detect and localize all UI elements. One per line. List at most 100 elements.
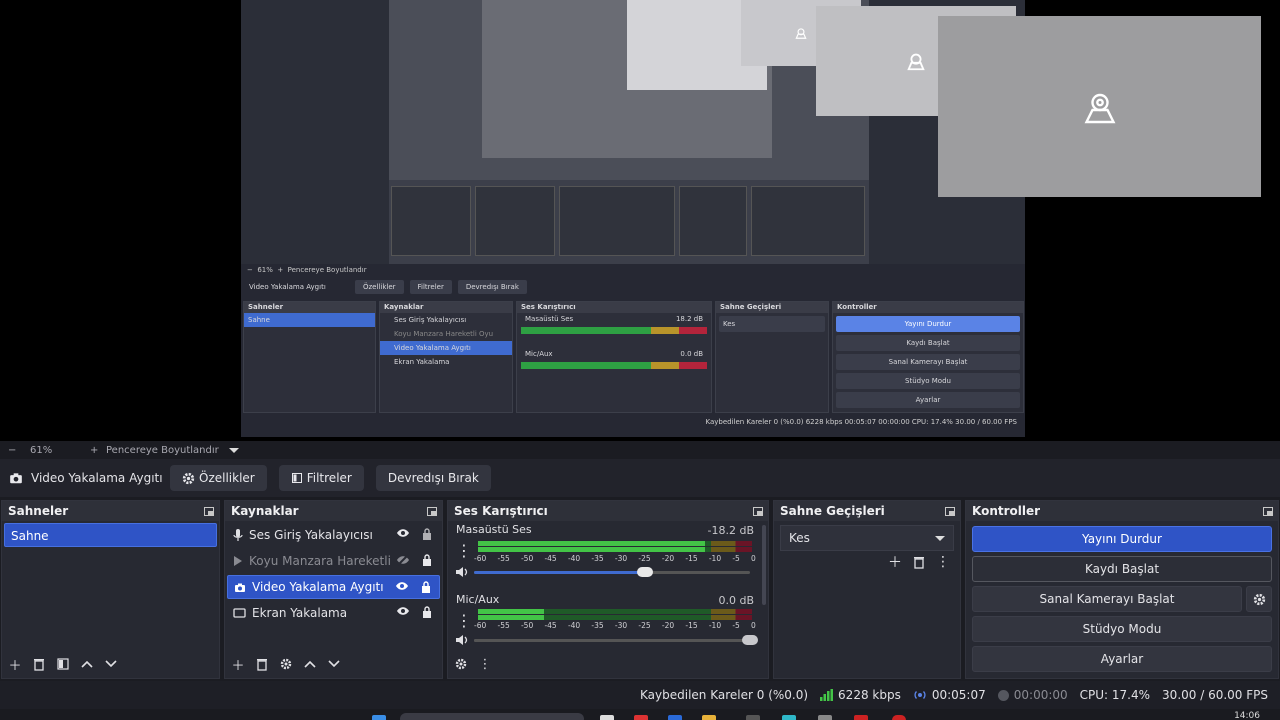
meter-scale-label: -55 xyxy=(497,554,510,563)
deactivate-button[interactable]: Devredışı Bırak xyxy=(375,465,491,491)
mixer-settings-button[interactable] xyxy=(454,657,468,671)
taskbar-search[interactable] xyxy=(400,713,584,720)
meter-scale-label: -15 xyxy=(685,621,698,630)
eye-icon[interactable] xyxy=(395,581,409,591)
chevron-up-icon xyxy=(304,660,316,668)
scene-filters-button[interactable] xyxy=(56,657,70,671)
transition-select[interactable]: Kes xyxy=(780,525,954,551)
bitrate-status: 6228 kbps xyxy=(820,688,901,702)
undock-icon[interactable] xyxy=(204,506,214,516)
mixer-menu-button[interactable]: ⋮ xyxy=(478,657,492,672)
zoom-out-button[interactable]: − xyxy=(8,445,28,456)
zoom-in-button[interactable]: + xyxy=(90,445,106,456)
studio-mode-button[interactable]: Stüdyo Modu xyxy=(972,616,1272,642)
obs-app-icon[interactable] xyxy=(892,715,906,720)
sources-dock: Kaynaklar Ses Giriş Yakalayıcısı Koyu Ma… xyxy=(224,500,443,679)
virtual-camera-settings-button[interactable] xyxy=(1246,586,1272,612)
volume-slider[interactable] xyxy=(474,635,758,645)
signal-bars-icon xyxy=(820,689,834,701)
context-source-name: Video Yakalama Aygıtı xyxy=(31,471,163,485)
zoom-dropdown-icon[interactable] xyxy=(228,445,239,456)
source-item[interactable]: Ses Giriş Yakalayıcısı xyxy=(227,523,440,547)
meter-scale-label: -50 xyxy=(520,621,534,630)
gear-icon xyxy=(182,472,195,484)
source-item[interactable]: Koyu Manzara Hareketli Oyun xyxy=(227,549,440,573)
add-scene-button[interactable]: ＋ xyxy=(8,657,22,674)
undock-icon[interactable] xyxy=(753,506,763,516)
scene-item[interactable]: Sahne xyxy=(4,523,217,547)
add-transition-button[interactable]: ＋ xyxy=(888,555,902,571)
trash-icon xyxy=(34,658,44,671)
start-virtual-camera-button[interactable]: Sanal Kamerayı Başlat xyxy=(972,586,1242,612)
meter-scale-label: -25 xyxy=(638,554,651,563)
app-icon[interactable] xyxy=(634,715,648,720)
camera-capture-large xyxy=(938,16,1261,197)
meter-scale-label: -45 xyxy=(544,621,557,630)
source-item[interactable]: Ekran Yakalama xyxy=(227,601,440,625)
undock-icon[interactable] xyxy=(427,506,437,516)
app-icon[interactable] xyxy=(782,715,796,720)
transition-menu-button[interactable]: ⋮ xyxy=(936,554,950,570)
nested-preview xyxy=(482,0,772,158)
app-icon[interactable] xyxy=(854,715,868,720)
undock-icon[interactable] xyxy=(1263,506,1273,516)
track-db: 0.0 dB xyxy=(718,594,754,607)
scene-transitions-dock: Sahne Geçişleri Kes ＋ ⋮ xyxy=(773,500,961,679)
lock-icon[interactable] xyxy=(422,528,432,540)
move-source-up-button[interactable] xyxy=(303,657,317,671)
move-scene-up-button[interactable] xyxy=(80,657,94,671)
app-icon[interactable] xyxy=(600,715,614,720)
remove-transition-button[interactable] xyxy=(912,555,926,569)
source-label: Video Yakalama Aygıtı xyxy=(252,580,384,594)
eye-icon[interactable] xyxy=(396,606,410,616)
fit-to-window-label[interactable]: Pencereye Boyutlandır xyxy=(106,445,219,456)
zoom-level: 61% xyxy=(30,444,53,456)
speaker-icon[interactable] xyxy=(455,634,469,646)
stop-streaming-button[interactable]: Yayını Durdur xyxy=(972,526,1272,552)
track-menu-icon[interactable]: ⋮ xyxy=(456,611,472,630)
volume-slider-handle[interactable] xyxy=(742,635,758,645)
properties-button[interactable]: Özellikler xyxy=(170,465,267,491)
app-icon[interactable] xyxy=(746,715,760,720)
filters-button[interactable]: Filtreler xyxy=(278,465,364,491)
meter-scale-label: -20 xyxy=(661,621,675,630)
add-source-button[interactable]: ＋ xyxy=(231,657,245,674)
meter-scale-label: -5 xyxy=(732,554,740,563)
volume-slider-handle[interactable] xyxy=(637,567,654,577)
speaker-icon[interactable] xyxy=(455,566,469,578)
lock-icon[interactable] xyxy=(421,581,431,593)
cpu-usage: CPU: 17.4% xyxy=(1079,688,1151,702)
meter-scale-label: -5 xyxy=(732,621,740,630)
meter-scale-label: -30 xyxy=(614,554,628,563)
status-bar: Kaybedilen Kareler 0 (%0.0) 6228 kbps 00… xyxy=(0,681,1280,709)
context-source: Video Yakalama Aygıtı xyxy=(0,471,170,485)
meter-scale-label: -10 xyxy=(708,554,722,563)
play-icon xyxy=(234,556,242,566)
windows-start-icon[interactable] xyxy=(372,715,386,720)
remove-source-button[interactable] xyxy=(255,657,269,671)
source-properties-button[interactable] xyxy=(279,657,293,671)
track-menu-icon[interactable]: ⋮ xyxy=(456,541,472,560)
app-icon[interactable] xyxy=(818,715,832,720)
lock-icon[interactable] xyxy=(422,554,432,566)
move-source-down-button[interactable] xyxy=(327,657,341,671)
app-icon[interactable] xyxy=(668,715,682,720)
preview-canvas[interactable]: − 61% + Pencereye Boyutlandır Video Yaka… xyxy=(241,0,1025,437)
start-recording-button[interactable]: Kaydı Başlat xyxy=(972,556,1272,582)
meter-scale-label: -55 xyxy=(497,621,510,630)
zoom-bar: − 61% + Pencereye Boyutlandır xyxy=(0,441,1280,459)
source-item[interactable]: Video Yakalama Aygıtı xyxy=(227,575,440,599)
move-scene-down-button[interactable] xyxy=(104,657,118,671)
eye-hidden-icon[interactable] xyxy=(396,554,410,566)
volume-slider[interactable] xyxy=(474,567,750,577)
mixer-scrollbar[interactable] xyxy=(762,525,766,605)
eye-icon[interactable] xyxy=(396,528,410,538)
preview-area[interactable]: − 61% + Pencereye Boyutlandır Video Yaka… xyxy=(0,0,1280,441)
remove-scene-button[interactable] xyxy=(32,657,46,671)
app-icon[interactable] xyxy=(702,715,716,720)
lock-icon[interactable] xyxy=(422,606,432,618)
volume-meter xyxy=(478,609,752,614)
settings-button[interactable]: Ayarlar xyxy=(972,646,1272,672)
mixer-track: Masaüstü Ses -18.2 dB ⋮ -60 -55 -50 -45 -40-… xyxy=(448,521,768,583)
undock-icon[interactable] xyxy=(945,506,955,516)
